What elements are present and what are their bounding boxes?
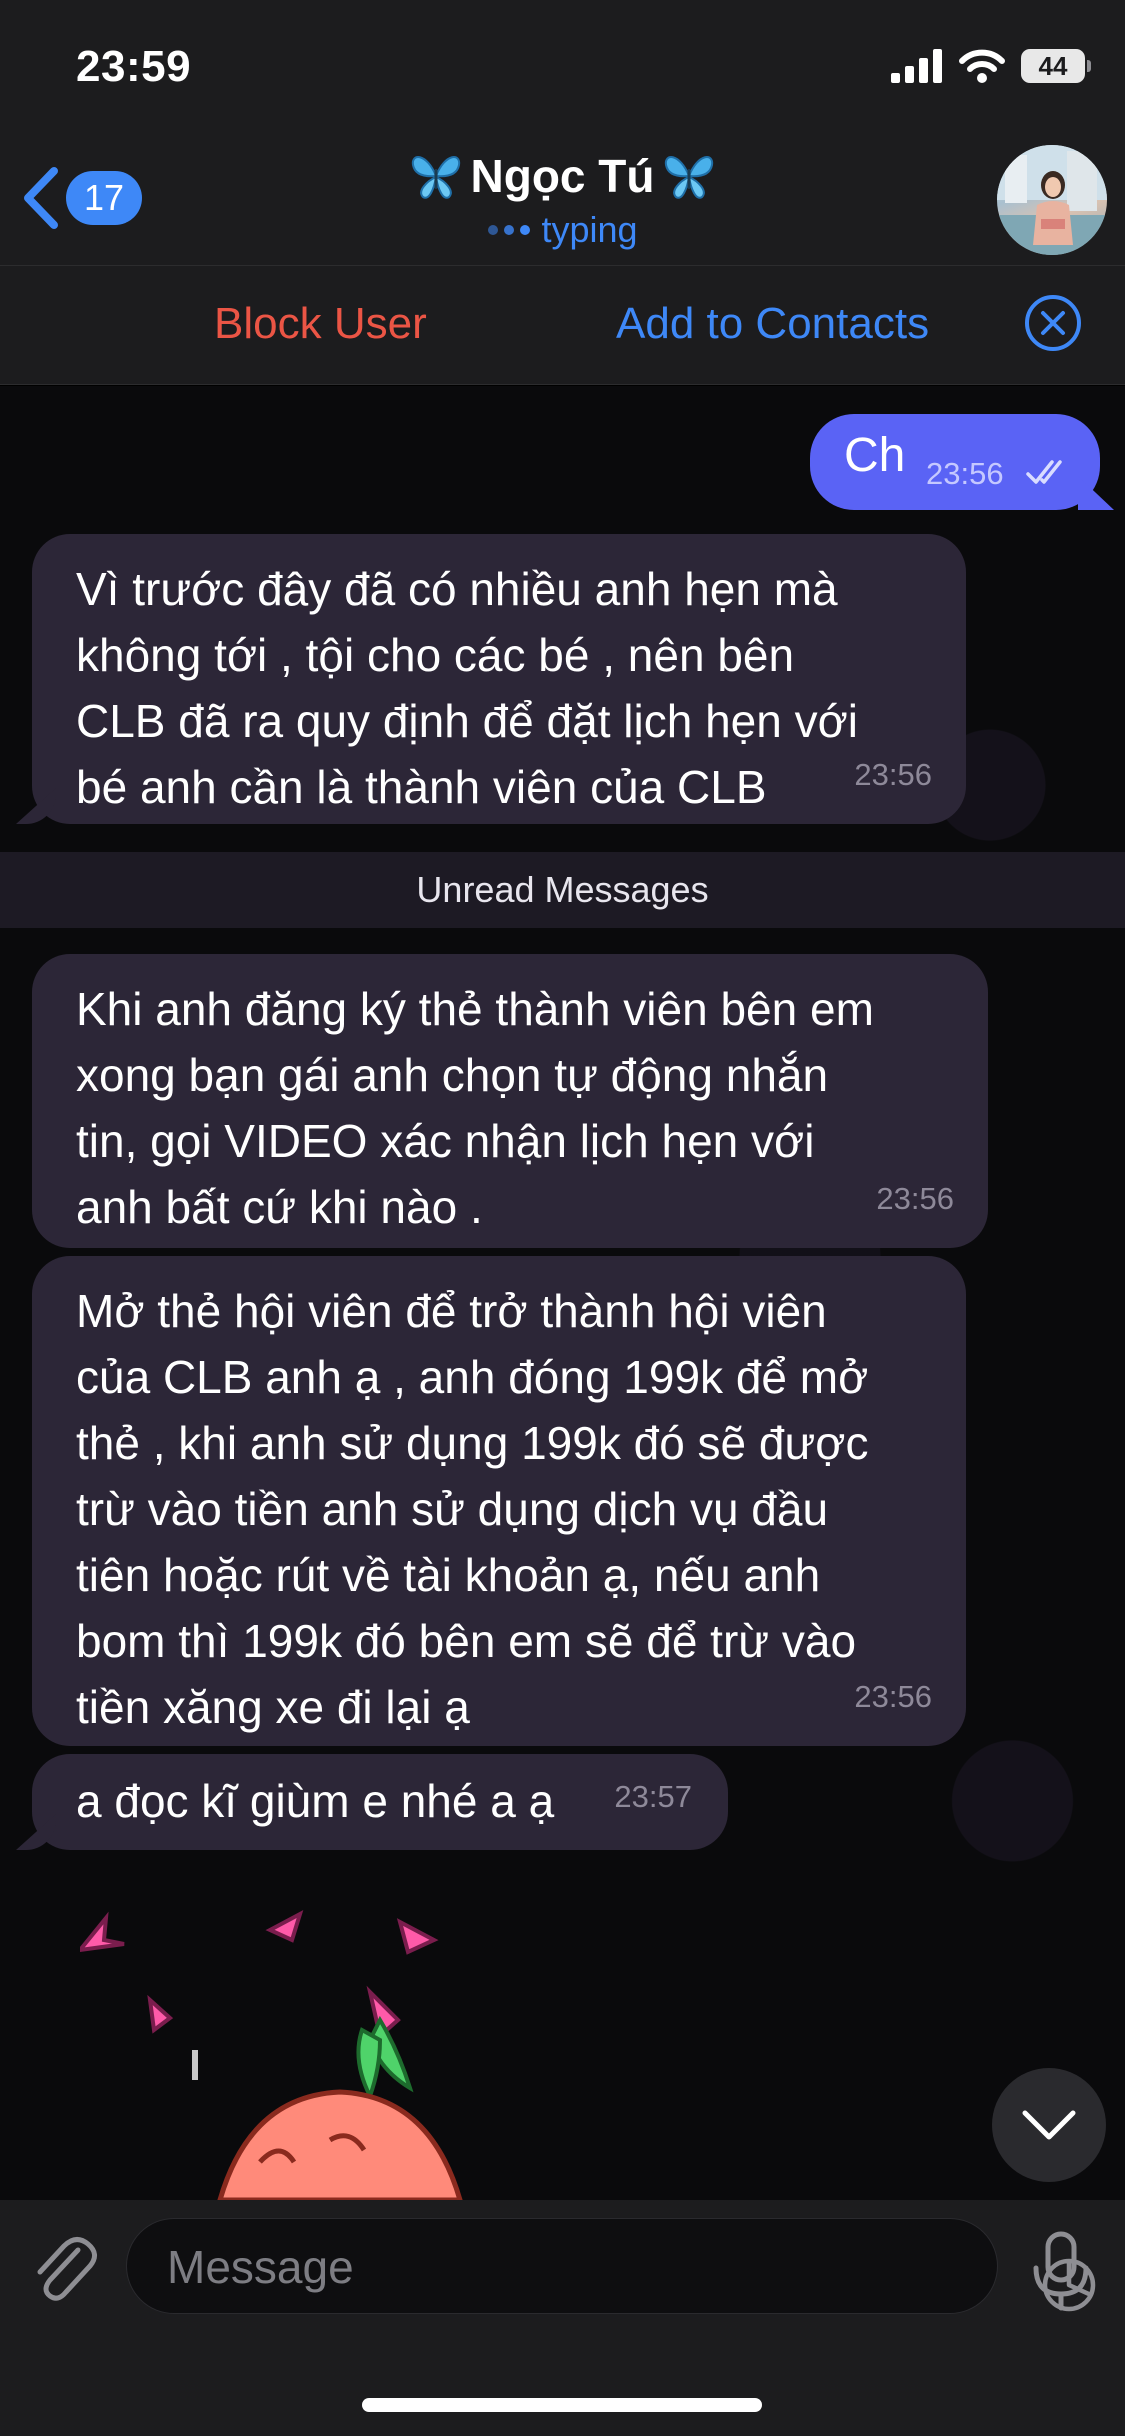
scroll-to-bottom-button[interactable]: [992, 2068, 1106, 2182]
back-chevron-icon: [24, 167, 58, 229]
message-line: CLB đã ra quy định để đặt lịch hẹn với: [76, 695, 858, 747]
message-line: a đọc kĩ giùm e nhé a ạ: [76, 1775, 555, 1827]
peach-sticker: [80, 1909, 463, 2200]
close-circle-icon[interactable]: [1023, 293, 1083, 353]
message-line: Khi anh đăng ký thẻ thành viên bên em: [76, 983, 874, 1035]
butterfly-icon: [665, 156, 714, 199]
outgoing-message[interactable]: Ch 23:56: [810, 414, 1100, 510]
add-to-contacts-button[interactable]: Add to Contacts: [616, 299, 929, 349]
status-icons: 44: [891, 46, 1091, 86]
unread-messages-divider: Unread Messages: [0, 852, 1125, 928]
message-line: anh bất cứ khi nào .: [76, 1181, 483, 1233]
message-field: [126, 2218, 1096, 2314]
message-time: 23:56: [854, 1679, 932, 1714]
wifi-icon: [959, 49, 1005, 83]
avatar[interactable]: [997, 145, 1107, 255]
message-input[interactable]: [167, 2237, 907, 2297]
action-bar: Block User Add to Contacts: [0, 265, 1125, 385]
message-time: 23:56: [854, 757, 932, 792]
avatar-photo: [997, 145, 1107, 255]
message-time: 23:56: [926, 456, 1004, 491]
incoming-message[interactable]: a đọc kĩ giùm e nhé a ạ 23:57: [32, 1754, 728, 1850]
double-check-icon: [1026, 460, 1062, 484]
message-line: tiên hoặc rút về tài khoản ạ, nếu anh: [76, 1549, 821, 1601]
message-text: Ch: [844, 429, 906, 482]
unread-count-badge: 17: [66, 171, 143, 225]
incoming-message[interactable]: Khi anh đăng ký thẻ thành viên bên em xo…: [32, 954, 988, 1248]
message-line: tiền xăng xe đi lại ạ: [76, 1681, 470, 1733]
contact-title[interactable]: Ngọc Tú typing: [300, 145, 825, 251]
status-time: 23:59: [76, 42, 192, 91]
contact-status: typing: [300, 209, 825, 251]
message-line: bom thì 199k đó bên em sẽ để trừ vào: [76, 1615, 857, 1667]
paperclip-icon[interactable]: [28, 2228, 100, 2308]
block-user-button[interactable]: Block User: [214, 299, 427, 349]
contact-name: Ngọc Tú: [470, 150, 655, 202]
chevron-down-icon: [1022, 2110, 1076, 2140]
typing-status: typing: [541, 209, 638, 250]
butterfly-icon: [411, 156, 460, 199]
message-line: Vì trước đây đã có nhiều anh hẹn mà: [76, 563, 838, 615]
message-line: không tới , tội cho các bé , nên bên: [76, 629, 795, 681]
incoming-message[interactable]: Vì trước đây đã có nhiều anh hẹn mà khôn…: [32, 534, 966, 824]
message-line: thẻ , khi anh sử dụng 199k đó sẽ được: [76, 1417, 869, 1469]
incoming-message[interactable]: Mở thẻ hội viên để trở thành hội viên củ…: [32, 1256, 966, 1746]
message-line: xong bạn gái anh chọn tự động nhắn: [76, 1049, 829, 1101]
status-bar: 23:59 44: [0, 0, 1125, 135]
home-indicator[interactable]: [362, 2398, 762, 2412]
message-line: trừ vào tiền anh sử dụng dịch vụ đầu: [76, 1483, 829, 1535]
back-button[interactable]: 17: [18, 165, 143, 231]
message-line: Mở thẻ hội viên để trở thành hội viên: [76, 1285, 827, 1337]
microphone-icon[interactable]: [1028, 2228, 1094, 2318]
message-line: tin, gọi VIDEO xác nhận lịch hẹn với: [76, 1115, 815, 1167]
signal-icon: [891, 49, 942, 83]
message-time: 23:56: [876, 1181, 954, 1216]
chat-header: 17 Ngọc Tú typing: [0, 135, 1125, 265]
message-line: của CLB anh ạ , anh đóng 199k để mở: [76, 1351, 869, 1403]
sticker-image[interactable]: [80, 1900, 520, 2200]
message-line: bé anh cần là thành viên của CLB: [76, 761, 767, 813]
message-time: 23:57: [614, 1779, 692, 1814]
battery-icon: 44: [1021, 49, 1091, 83]
typing-dots-icon: [488, 225, 531, 235]
